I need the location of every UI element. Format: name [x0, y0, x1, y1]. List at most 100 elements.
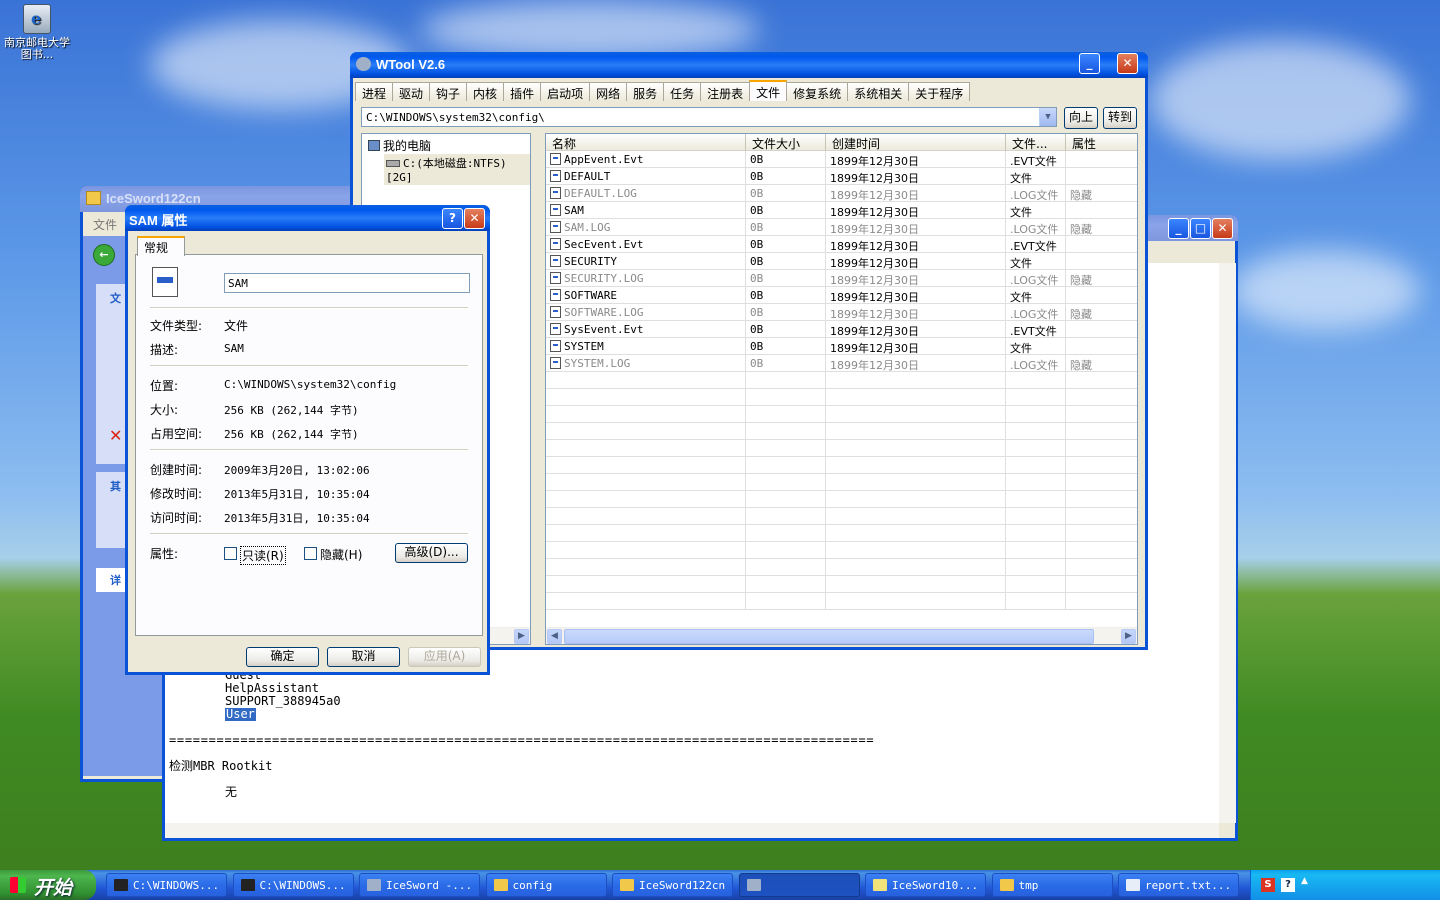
properties-dialog[interactable]: SAM 属性 ? ✕ 常规 文件类型: 文件 描述: SAM 位置: C:\WI…	[125, 205, 490, 675]
file-row[interactable]: SOFTWARE.LOG 0B 1899年12月30日 .LOG文件 隐藏	[546, 304, 1137, 321]
tab-5[interactable]: 启动项	[540, 82, 591, 101]
hidden-checkbox[interactable]	[304, 547, 317, 560]
scroll-left-icon[interactable]: ◀	[547, 629, 562, 644]
tab-11[interactable]: 修复系统	[786, 82, 849, 101]
file-icon	[550, 238, 561, 250]
wtool-close-button[interactable]: ✕	[1117, 53, 1138, 74]
wtool-app-icon	[356, 57, 371, 71]
tab-1[interactable]: 驱动	[392, 82, 431, 101]
file-row[interactable]: SYSTEM.LOG 0B 1899年12月30日 .LOG文件 隐藏	[546, 355, 1137, 372]
tab-10[interactable]: 文件	[749, 80, 788, 101]
up-button[interactable]: 向上	[1064, 107, 1098, 129]
taskbar-button-0[interactable]: C:\WINDOWS...	[106, 873, 227, 897]
file-row[interactable]: DEFAULT.LOG 0B 1899年12月30日 .LOG文件 隐藏	[546, 185, 1137, 202]
cell-text: 文件	[1010, 257, 1032, 270]
cell-created: 1899年12月30日	[826, 321, 1006, 338]
value-size-on-disk: 256 KB (262,144 字节)	[224, 428, 359, 441]
empty-row	[546, 576, 1137, 593]
column-header-0[interactable]: 名称	[546, 134, 746, 151]
file-row[interactable]: SAM 0B 1899年12月30日 文件	[546, 202, 1137, 219]
horizontal-scrollbar[interactable]	[165, 823, 1219, 838]
taskbar-button-6[interactable]: IceSword10...	[865, 873, 986, 897]
label-location: 位置:	[150, 379, 179, 393]
taskbar-button-7[interactable]: tmp	[991, 873, 1113, 897]
tab-general[interactable]: 常规	[137, 236, 185, 256]
maximize-button[interactable]: □	[1190, 218, 1211, 239]
minimize-button[interactable]: _	[1168, 218, 1189, 239]
help-icon[interactable]: ?	[1281, 878, 1295, 892]
wtool-titlebar[interactable]: WTool V2.6	[350, 52, 1148, 78]
tab-7[interactable]: 服务	[626, 82, 665, 101]
file-row[interactable]: SECURITY.LOG 0B 1899年12月30日 .LOG文件 隐藏	[546, 270, 1137, 287]
task-app-icon	[1126, 879, 1140, 891]
help-button[interactable]: ?	[442, 208, 463, 229]
taskbar-button-1[interactable]: C:\WINDOWS...	[232, 873, 354, 897]
tab-0[interactable]: 进程	[355, 82, 394, 101]
apply-button[interactable]: 应用(A)	[408, 647, 481, 667]
tab-8[interactable]: 任务	[663, 82, 702, 101]
cell-text: SysEvent.Evt	[564, 323, 644, 336]
delete-icon[interactable]: ✕	[109, 426, 122, 445]
file-row[interactable]: AppEvent.Evt 0B 1899年12月30日 .EVT文件	[546, 151, 1137, 168]
taskbar-button-8[interactable]: report.txt...	[1118, 873, 1239, 897]
tab-2[interactable]: 钩子	[429, 82, 468, 101]
file-row[interactable]: DEFAULT 0B 1899年12月30日 文件	[546, 168, 1137, 185]
file-row[interactable]: SOFTWARE 0B 1899年12月30日 文件	[546, 287, 1137, 304]
column-header-1[interactable]: 文件大小	[746, 134, 826, 151]
scroll-thumb[interactable]	[564, 629, 1094, 644]
tab-4[interactable]: 插件	[503, 82, 542, 101]
file-list[interactable]: 名称 文件大小 创建时间 文件... 属性 AppEvent.Evt 0B 1899年12月…	[545, 133, 1138, 645]
column-header-2[interactable]: 创建时间	[826, 134, 1006, 151]
scroll-right-icon[interactable]: ▶	[1121, 629, 1136, 644]
hidden-label[interactable]: 隐藏(H)	[320, 546, 362, 563]
taskbar-button-3[interactable]: config	[485, 873, 607, 897]
empty-row	[546, 491, 1137, 508]
file-row[interactable]: SECURITY 0B 1899年12月30日 文件	[546, 253, 1137, 270]
column-header-4[interactable]: 属性	[1066, 134, 1137, 151]
ime-icon[interactable]: S	[1261, 878, 1275, 892]
back-icon[interactable]: ←	[93, 244, 115, 266]
goto-button[interactable]: 转到	[1103, 107, 1137, 129]
desktop-shortcut[interactable]: 南京邮电大学图书...	[2, 4, 72, 61]
system-tray: S ? ▲	[1250, 870, 1440, 900]
vertical-scrollbar[interactable]	[1219, 263, 1236, 823]
cell-size: 0B	[746, 321, 826, 338]
file-icon	[550, 204, 561, 216]
list-hscroll[interactable]: ◀ ▶	[546, 627, 1137, 644]
chevron-down-icon[interactable]: ▼	[1039, 108, 1056, 126]
column-header-3[interactable]: 文件...	[1006, 134, 1066, 151]
start-button[interactable]: 开始	[0, 870, 96, 900]
file-row[interactable]: SecEvent.Evt 0B 1899年12月30日 .EVT文件	[546, 236, 1137, 253]
tree-item-drive-c[interactable]: C:(本地磁盘:NTFS)[2G]	[384, 154, 530, 185]
file-row[interactable]: SAM.LOG 0B 1899年12月30日 .LOG文件 隐藏	[546, 219, 1137, 236]
file-row[interactable]: SYSTEM 0B 1899年12月30日 文件	[546, 338, 1137, 355]
tab-6[interactable]: 网络	[589, 82, 628, 101]
tray-arrow-icon[interactable]: ▲	[1301, 876, 1308, 886]
taskbar-button-4[interactable]: IceSword122cn	[612, 873, 733, 897]
tab-12[interactable]: 系统相关	[847, 82, 910, 101]
file-row[interactable]: SysEvent.Evt 0B 1899年12月30日 .EVT文件	[546, 321, 1137, 338]
path-combobox[interactable]: C:\WINDOWS\system32\config\ ▼	[361, 107, 1057, 127]
advanced-button[interactable]: 高级(D)...	[395, 543, 468, 563]
readonly-checkbox[interactable]	[224, 547, 237, 560]
filename-field[interactable]	[224, 273, 470, 293]
value-description: SAM	[224, 342, 244, 355]
taskbar-button-5[interactable]	[738, 873, 860, 897]
dialog-titlebar[interactable]: SAM 属性	[125, 205, 490, 231]
tab-13[interactable]: 关于程序	[908, 82, 971, 101]
icesword-menu[interactable]: 文件	[93, 216, 117, 233]
ok-button[interactable]: 确定	[246, 647, 319, 667]
readonly-label[interactable]: 只读(R)	[240, 546, 286, 565]
tab-3[interactable]: 内核	[466, 82, 505, 101]
close-button[interactable]: ✕	[1212, 218, 1233, 239]
tree-item-my-computer[interactable]: 我的电脑	[368, 137, 431, 154]
cancel-button[interactable]: 取消	[327, 647, 400, 667]
scroll-right-icon[interactable]: ▶	[514, 629, 529, 644]
wtool-minimize-button[interactable]: _	[1079, 53, 1100, 74]
dialog-close-button[interactable]: ✕	[464, 208, 485, 229]
task-app-icon	[873, 879, 887, 891]
cell-type: .LOG文件	[1006, 270, 1066, 287]
taskbar-button-2[interactable]: IceSword -...	[359, 873, 480, 897]
tab-9[interactable]: 注册表	[700, 82, 751, 101]
cell-text: SOFTWARE.LOG	[564, 306, 644, 319]
